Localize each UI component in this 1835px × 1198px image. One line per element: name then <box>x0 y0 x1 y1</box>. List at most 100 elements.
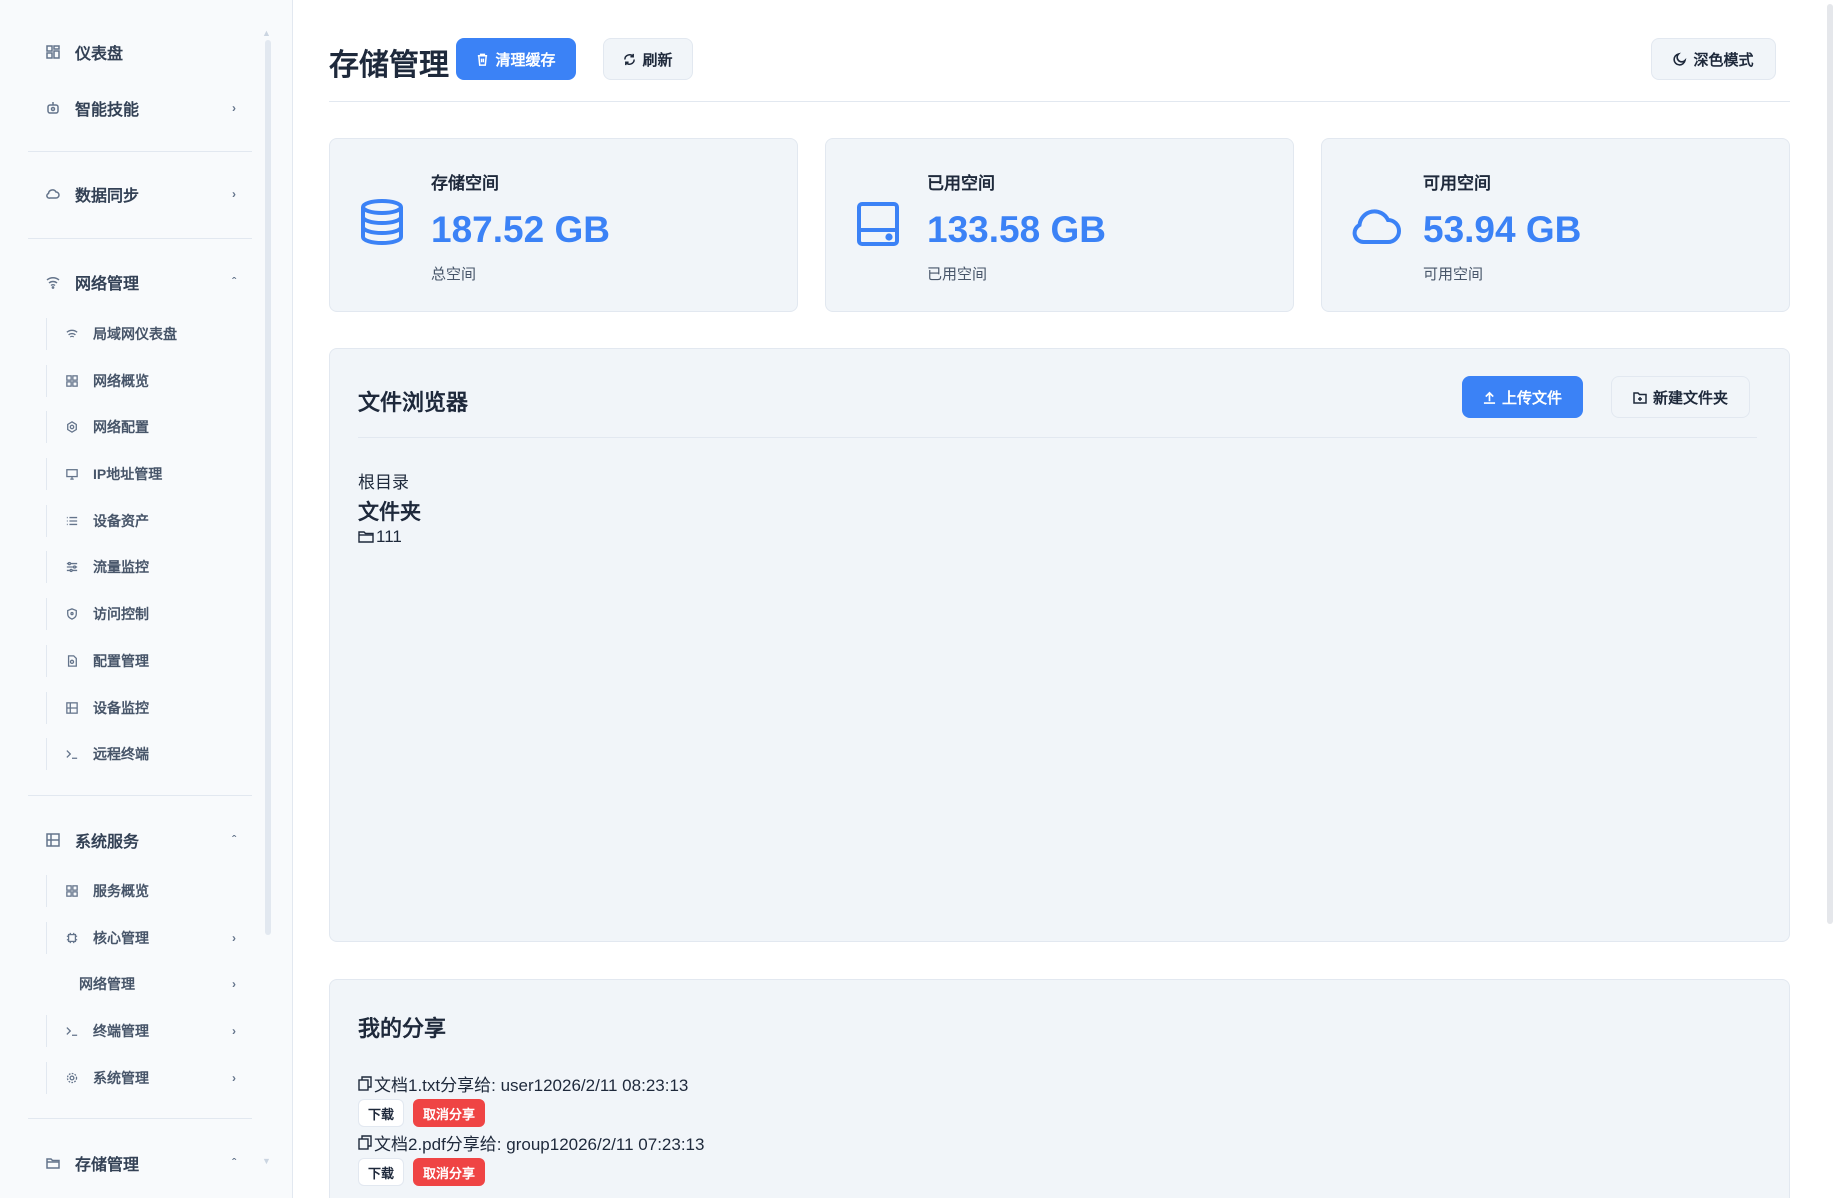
sidebar-item-label: 智能技能 <box>75 102 140 119</box>
file-browser-panel: 文件浏览器 上传文件 新建文件夹 根目录 文件夹 111 <box>329 348 1790 942</box>
sliders-icon <box>65 560 79 574</box>
cloud-icon <box>45 186 61 202</box>
sidebar-item-terminal-management[interactable]: 终端管理 › <box>46 1015 252 1047</box>
stat-label: 可用空间 <box>1423 174 1491 193</box>
sidebar-item-label: 网络管理 <box>79 976 135 992</box>
sidebar-item-label: 系统服务 <box>75 834 140 851</box>
robot-icon <box>45 100 61 116</box>
sidebar-item-label: 局域网仪表盘 <box>93 326 177 342</box>
stat-value: 187.52 GB <box>431 209 610 250</box>
sidebar-divider <box>28 151 252 152</box>
stat-sub: 总空间 <box>431 266 477 283</box>
sidebar-item-remote-terminal[interactable]: 远程终端 <box>46 738 252 770</box>
stat-card-used: 已用空间 133.58 GB 已用空间 <box>825 138 1294 312</box>
new-folder-button[interactable]: 新建文件夹 <box>1611 376 1750 418</box>
sidebar-item-services[interactable]: 系统服务 ˆ <box>28 822 252 858</box>
panel-icon <box>45 832 61 848</box>
sidebar-item-device-assets[interactable]: 设备资产 <box>46 505 252 537</box>
folders-heading: 文件夹 <box>358 501 421 524</box>
sidebar-item-label: 配置管理 <box>93 653 149 669</box>
share-text: 文档1.txt分享给: user12026/2/11 08:23:13 <box>374 1076 689 1095</box>
my-shares-panel: 我的分享 文档1.txt分享给: user12026/2/11 08:23:13… <box>329 979 1790 1198</box>
chevron-right-icon: › <box>232 1071 236 1085</box>
breadcrumb-root[interactable]: 根目录 <box>358 468 409 493</box>
file-browser-divider <box>358 437 1757 438</box>
chevron-up-icon: ˆ <box>232 1156 236 1170</box>
stat-value: 133.58 GB <box>927 209 1106 250</box>
sidebar-item-ip-management[interactable]: IP地址管理 <box>46 458 252 490</box>
stat-card-total: 存储空间 187.52 GB 总空间 <box>329 138 798 312</box>
sidebar-item-access-control[interactable]: 访问控制 <box>46 598 252 630</box>
sidebar-item-network[interactable]: 网络管理 ˆ <box>28 264 252 300</box>
refresh-icon <box>623 53 636 66</box>
sidebar-item-storage[interactable]: 存储管理 ˆ <box>28 1145 252 1181</box>
cancel-share-button[interactable]: 取消分享 <box>413 1158 485 1186</box>
stat-sub: 已用空间 <box>927 266 988 283</box>
stat-card-available: 可用空间 53.94 GB 可用空间 <box>1321 138 1790 312</box>
upload-file-button[interactable]: 上传文件 <box>1462 376 1583 418</box>
folder-item[interactable]: 111 <box>358 527 402 547</box>
grid-icon <box>65 374 79 388</box>
chevron-right-icon: › <box>232 977 236 991</box>
terminal-icon <box>65 747 79 761</box>
new-folder-label: 新建文件夹 <box>1652 389 1728 407</box>
dark-mode-button[interactable]: 深色模式 <box>1651 38 1776 80</box>
sidebar-scrollbar[interactable] <box>265 40 271 935</box>
sidebar-item-device-monitor[interactable]: 设备监控 <box>46 692 252 724</box>
refresh-label: 刷新 <box>642 51 673 69</box>
sidebar-item-label: 服务概览 <box>93 883 149 899</box>
sidebar-item-sync[interactable]: 数据同步 › <box>28 176 252 212</box>
list-icon <box>65 514 79 528</box>
sidebar-item-label: 核心管理 <box>93 930 149 946</box>
chip-icon <box>65 931 79 945</box>
page-scrollbar[interactable] <box>1827 4 1833 924</box>
chevron-right-icon: › <box>232 1024 236 1038</box>
folder-name: 111 <box>376 527 402 546</box>
file-gear-icon <box>65 654 79 668</box>
chevron-up-icon: ˆ <box>232 275 236 289</box>
sidebar-item-service-network[interactable]: 网络管理 › <box>46 968 252 1000</box>
upload-label: 上传文件 <box>1501 389 1562 407</box>
refresh-button[interactable]: 刷新 <box>603 38 693 80</box>
copy-icon <box>358 1135 372 1150</box>
sidebar-item-lan-dashboard[interactable]: 局域网仪表盘 <box>46 318 252 350</box>
download-button[interactable]: 下载 <box>358 1099 404 1127</box>
scroll-up-icon[interactable]: ▲ <box>262 28 271 38</box>
sidebar: 仪表盘 智能技能 › 数据同步 › 网络管理 ˆ 局域网仪表盘 网络概览 网络配… <box>0 0 293 1198</box>
sidebar-item-label: 访问控制 <box>93 606 149 622</box>
sidebar-item-system-management[interactable]: 系统管理 › <box>46 1062 252 1094</box>
sidebar-item-core-management[interactable]: 核心管理 › <box>46 922 252 954</box>
sidebar-item-label: 设备资产 <box>93 513 149 529</box>
folder-icon <box>45 1155 61 1171</box>
hard-drive-icon <box>856 202 900 251</box>
sidebar-item-label: 流量监控 <box>93 559 149 575</box>
sidebar-item-config-management[interactable]: 配置管理 <box>46 645 252 677</box>
sidebar-item-skills[interactable]: 智能技能 › <box>28 90 252 126</box>
folder-icon <box>358 530 374 544</box>
scroll-down-icon[interactable]: ▼ <box>262 1156 271 1166</box>
dark-mode-label: 深色模式 <box>1693 51 1754 69</box>
clear-cache-button[interactable]: 清理缓存 <box>456 38 576 80</box>
sidebar-item-traffic-monitor[interactable]: 流量监控 <box>46 551 252 583</box>
sidebar-item-label: 网络配置 <box>93 419 149 435</box>
terminal-icon <box>65 1024 79 1038</box>
sidebar-divider <box>28 238 252 239</box>
database-icon <box>360 199 404 250</box>
sidebar-item-label: 网络管理 <box>75 276 140 293</box>
grid-icon <box>45 44 61 60</box>
panel-icon <box>65 701 79 715</box>
sidebar-item-label: IP地址管理 <box>93 466 163 482</box>
download-button[interactable]: 下载 <box>358 1158 404 1186</box>
sidebar-item-network-overview[interactable]: 网络概览 <box>46 365 252 397</box>
stat-sub: 可用空间 <box>1423 266 1484 283</box>
sidebar-item-dashboard[interactable]: 仪表盘 <box>28 34 252 70</box>
stat-label: 存储空间 <box>431 174 499 193</box>
share-item: 文档2.pdf分享给: group12026/2/11 07:23:13 <box>358 1130 704 1155</box>
page-title: 存储管理 <box>329 49 449 82</box>
trash-icon <box>476 53 489 66</box>
file-browser-title: 文件浏览器 <box>358 390 469 415</box>
cancel-share-button[interactable]: 取消分享 <box>413 1099 485 1127</box>
sidebar-item-service-overview[interactable]: 服务概览 <box>46 875 252 907</box>
sidebar-item-network-config[interactable]: 网络配置 <box>46 411 252 443</box>
share-text: 文档2.pdf分享给: group12026/2/11 07:23:13 <box>374 1135 705 1154</box>
